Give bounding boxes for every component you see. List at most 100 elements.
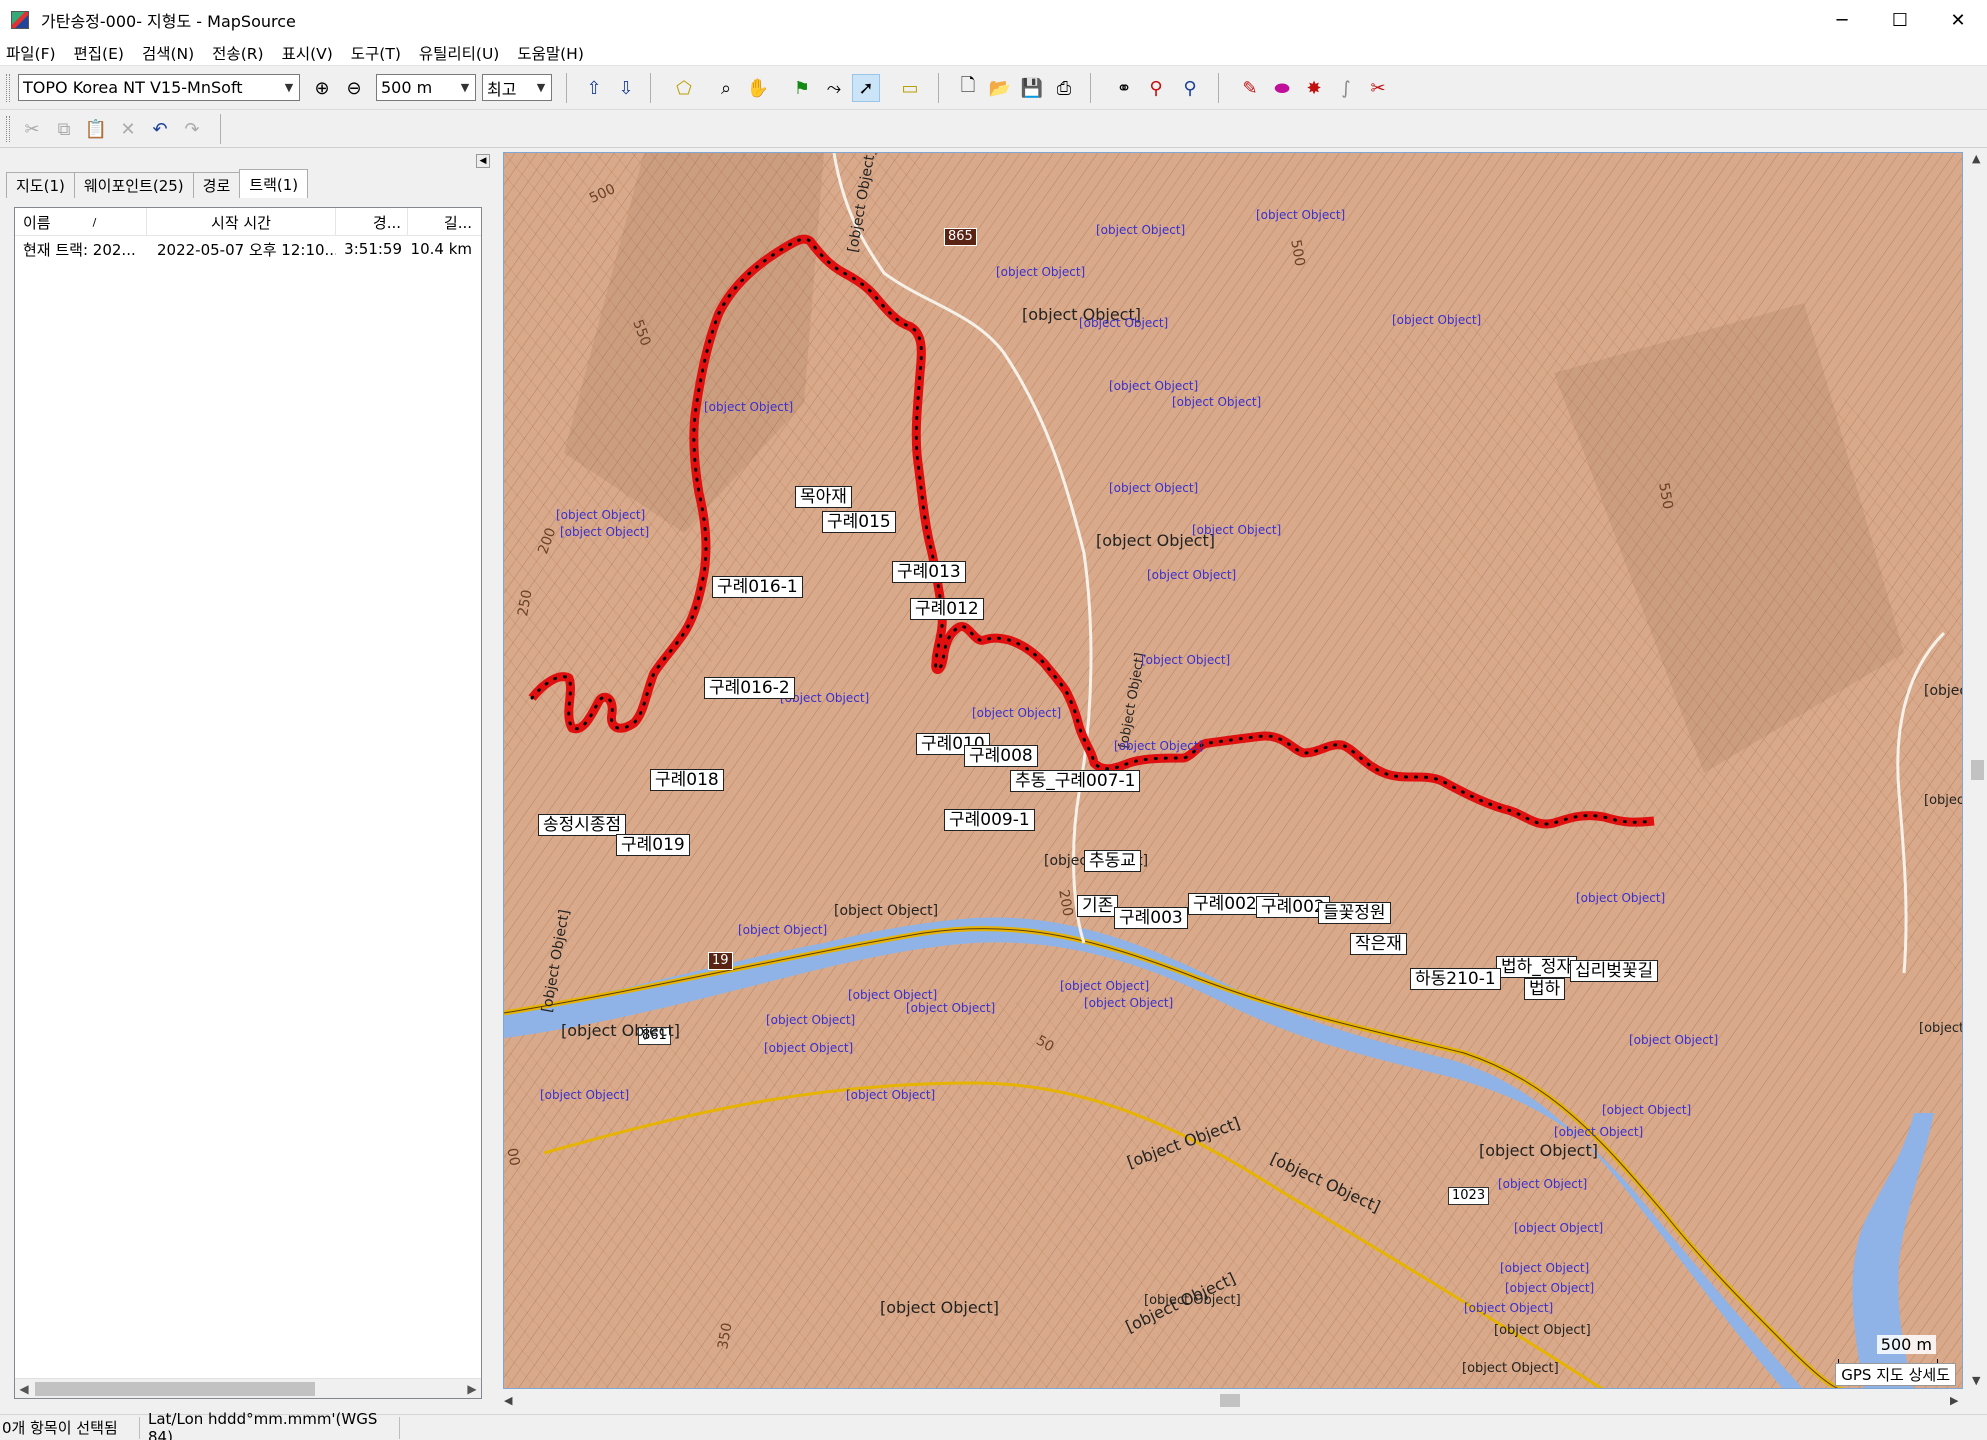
scroll-left-icon[interactable]: ◀ xyxy=(15,1379,33,1399)
waypoint-label[interactable]: 구례012 xyxy=(910,598,984,620)
poi-label[interactable]: [object Object] xyxy=(1109,481,1198,495)
poi-label[interactable]: [object Object] xyxy=(738,923,827,937)
delete-button[interactable]: ✕ xyxy=(114,115,142,143)
tab-maps[interactable]: 지도(1) xyxy=(6,172,75,198)
column-name[interactable]: 이름 / xyxy=(15,208,147,236)
poi-label[interactable]: [object Object] xyxy=(1602,1103,1691,1117)
track-divide-button[interactable]: ✂ xyxy=(1364,74,1392,102)
close-button[interactable]: ✕ xyxy=(1929,0,1987,40)
poi-label[interactable]: [object Object] xyxy=(1114,739,1203,753)
poi-label[interactable]: [object Object] xyxy=(704,400,793,414)
new-file-button[interactable]: 🗋 xyxy=(954,74,982,102)
poi-label[interactable]: [object Object] xyxy=(846,1088,935,1102)
scroll-right-icon[interactable]: ▶ xyxy=(463,1379,481,1399)
poi-label[interactable]: [object Object] xyxy=(1514,1221,1603,1235)
column-start-time[interactable]: 시작 시간 xyxy=(147,208,336,236)
scroll-up-icon[interactable]: ▲ xyxy=(1972,152,1980,165)
scroll-left-icon[interactable]: ◀ xyxy=(504,1394,512,1407)
scroll-thumb[interactable] xyxy=(35,1382,315,1396)
detail-level-select[interactable]: 최고 ▼ xyxy=(482,74,552,101)
measure-tool-button[interactable]: ▭ xyxy=(896,74,924,102)
find-address-button[interactable]: ⚲ xyxy=(1176,74,1204,102)
zoom-in-button[interactable]: ⊕ xyxy=(308,74,336,102)
map-view[interactable]: 500 550 500 550 200 250 350 200 50 00 86… xyxy=(503,152,1963,1389)
poi-label[interactable]: [object Object] xyxy=(1147,568,1236,582)
waypoint-label[interactable]: 기존 xyxy=(1077,895,1119,917)
map-vertical-scrollbar[interactable]: ▲ ▼ xyxy=(1968,150,1987,1390)
waypoint-label[interactable]: 구례009-1 xyxy=(944,809,1035,831)
poi-label[interactable]: [object Object] xyxy=(1060,979,1149,993)
find-nearest-button[interactable]: ⚲ xyxy=(1142,74,1170,102)
waypoint-label[interactable]: 구례019 xyxy=(616,834,690,856)
waypoint-label[interactable]: 목아재 xyxy=(795,486,852,508)
route-tool-button[interactable]: ⤳ xyxy=(820,74,848,102)
poi-label[interactable]: [object Object] xyxy=(972,706,1061,720)
print-button[interactable]: ⎙ xyxy=(1050,74,1078,102)
poi-label[interactable]: [object Object] xyxy=(1576,891,1665,905)
poi-label[interactable]: [object Object] xyxy=(560,525,649,539)
maximize-button[interactable]: ☐ xyxy=(1871,0,1929,40)
menu-edit[interactable]: 편집(E) xyxy=(74,42,124,64)
map-horizontal-scrollbar[interactable]: ◀ ▶ xyxy=(500,1391,1968,1410)
poi-label[interactable]: [object Object] xyxy=(1629,1033,1718,1047)
poi-label[interactable]: [object Object] xyxy=(764,1041,853,1055)
open-file-button[interactable]: 📂 xyxy=(986,74,1014,102)
waypoint-label[interactable]: 십리벚꽃길 xyxy=(1570,960,1659,982)
tab-tracks[interactable]: 트랙(1) xyxy=(239,169,309,198)
table-row[interactable]: 현재 트랙: 202... 2022-05-07 오후 12:10... 3:5… xyxy=(15,238,481,260)
poi-label[interactable]: [object Object] xyxy=(766,1013,855,1027)
poi-label[interactable]: [object Object] xyxy=(1256,208,1345,222)
poi-label[interactable]: [object Object] xyxy=(540,1088,629,1102)
eraser-tool-button[interactable]: ⬬ xyxy=(1268,74,1296,102)
poi-label[interactable]: [object Object] xyxy=(1109,379,1198,393)
tab-waypoints[interactable]: 웨이포인트(25) xyxy=(73,172,194,198)
column-duration[interactable]: 경... xyxy=(336,208,408,236)
menu-view[interactable]: 표시(V) xyxy=(282,42,333,64)
draw-tool-button[interactable]: ✎ xyxy=(1236,74,1264,102)
poi-label[interactable]: [object Object] xyxy=(1464,1301,1553,1315)
redo-button[interactable]: ↷ xyxy=(178,115,206,143)
toolbar-grip[interactable] xyxy=(6,74,10,102)
poi-label[interactable]: [object Object] xyxy=(1500,1261,1589,1275)
zoom-out-button[interactable]: ⊖ xyxy=(340,74,368,102)
waypoint-tool-button[interactable]: ⚑ xyxy=(788,74,816,102)
menu-search[interactable]: 검색(N) xyxy=(142,42,194,64)
track-join-button[interactable]: ∫ xyxy=(1332,74,1360,102)
waypoint-label[interactable]: 구례008 xyxy=(964,745,1038,767)
poi-label[interactable]: [object Object] xyxy=(1141,653,1230,667)
minimize-button[interactable]: ─ xyxy=(1813,0,1871,40)
poi-label[interactable]: [object Object] xyxy=(1079,316,1168,330)
column-length[interactable]: 길... xyxy=(408,208,480,236)
scroll-right-icon[interactable]: ▶ xyxy=(1950,1394,1958,1407)
poi-label[interactable]: [object Object] xyxy=(906,1001,995,1015)
waypoint-label[interactable]: 작은재 xyxy=(1350,933,1407,955)
waypoint-label[interactable]: 들꽃정원 xyxy=(1318,902,1391,924)
menu-utilities[interactable]: 유틸리티(U) xyxy=(419,42,499,64)
poi-label[interactable]: [object Object] xyxy=(1172,395,1261,409)
map-tool-button[interactable]: ⬠ xyxy=(670,74,698,102)
list-horizontal-scrollbar[interactable]: ◀ ▶ xyxy=(15,1378,481,1398)
zoom-scale-select[interactable]: 500 m ▼ xyxy=(376,74,476,101)
waypoint-label[interactable]: 법하 xyxy=(1524,978,1566,1000)
scroll-down-icon[interactable]: ▼ xyxy=(1972,1374,1980,1387)
scroll-thumb[interactable] xyxy=(1220,1394,1240,1407)
poi-label[interactable]: [object Object] xyxy=(848,988,937,1002)
waypoint-label[interactable]: 법하_정자 xyxy=(1496,956,1578,978)
paste-button[interactable]: 📋 xyxy=(82,115,110,143)
poi-label[interactable]: [object Object] xyxy=(1192,523,1281,537)
poi-label[interactable]: [object Object] xyxy=(1498,1177,1587,1191)
scroll-thumb[interactable] xyxy=(1971,760,1984,780)
receive-from-device-button[interactable]: ⇧ xyxy=(580,74,608,102)
menu-file[interactable]: 파일(F) xyxy=(6,42,56,64)
undo-button[interactable]: ↶ xyxy=(146,115,174,143)
poi-label[interactable]: [object Object] xyxy=(1392,313,1481,327)
waypoint-label[interactable]: 하동210-1 xyxy=(1410,968,1501,990)
tab-routes[interactable]: 경로 xyxy=(192,172,241,198)
find-button[interactable]: ⚭ xyxy=(1110,74,1138,102)
waypoint-label[interactable]: 구례003 xyxy=(1114,907,1188,929)
waypoint-label[interactable]: 송정시종점 xyxy=(538,814,627,836)
poi-label[interactable]: [object Object] xyxy=(556,508,645,522)
toolbar-grip[interactable] xyxy=(6,116,10,142)
poi-label[interactable]: [object Object] xyxy=(1084,996,1173,1010)
copy-button[interactable]: ⧉ xyxy=(50,115,78,143)
